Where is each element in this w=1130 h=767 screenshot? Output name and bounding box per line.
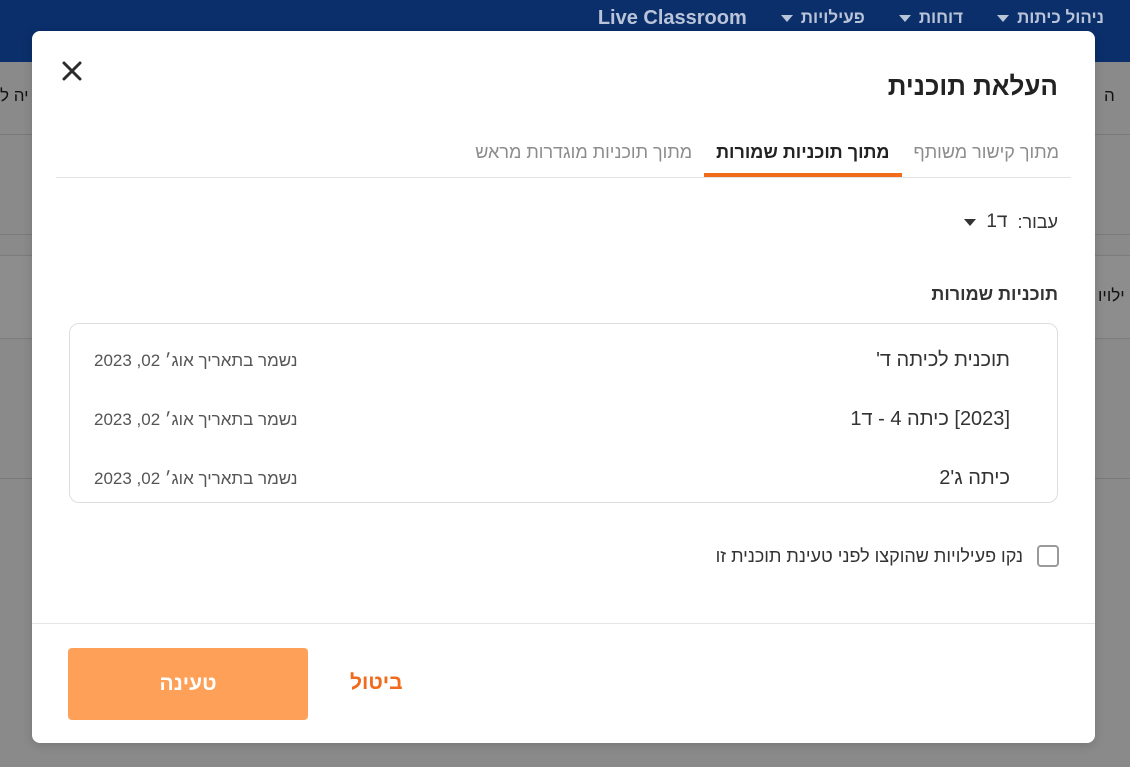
clear-activities-label: נקו פעילויות שהוקצו לפני טעינת תוכנית זו: [715, 545, 1023, 566]
close-button[interactable]: [58, 57, 86, 85]
tab-predefined-plans[interactable]: מתוך תוכניות מוגדרות מראש: [463, 129, 704, 176]
plan-name: [2023] כיתה 4 - ד1: [850, 408, 1010, 430]
nav-reports-label: דוחות: [918, 8, 964, 27]
nav-class-management[interactable]: ניהול כיתות: [997, 8, 1104, 28]
plan-saved-date: נשמר בתאריך אוג׳ 02, 2023: [94, 350, 298, 370]
clear-activities-option[interactable]: נקו פעילויות שהוקצו לפני טעינת תוכנית זו: [716, 545, 1059, 567]
nav-activities-label: פעילויות: [800, 8, 865, 27]
chevron-down-icon: [898, 14, 911, 22]
background-text: ה: [1104, 86, 1115, 105]
tab-saved-plans[interactable]: מתוך תוכניות שמורות: [704, 129, 902, 177]
nav-class-management-label: ניהול כיתות: [1017, 8, 1104, 27]
plan-saved-date: נשמר בתאריך אוג׳ 02, 2023: [94, 409, 298, 429]
top-nav: Live Classroom פעילויות דוחות ניהול כיתו…: [598, 6, 1104, 30]
for-label: עבור:: [1017, 211, 1058, 232]
plan-saved-date: נשמר בתאריך אוג׳ 02, 2023: [94, 468, 298, 488]
tab-shared-link[interactable]: מתוך קישור משותף: [902, 129, 1071, 176]
nav-reports[interactable]: דוחות: [898, 8, 964, 28]
footer-divider: [32, 623, 1095, 624]
load-plan-dialog: העלאת תוכנית מתוך קישור משותף מתוך תוכני…: [32, 31, 1095, 743]
list-item[interactable]: [2023] כיתה 4 - ד1 נשמר בתאריך אוג׳ 02, …: [70, 390, 1057, 449]
brand-logo-text: Live Classroom: [597, 6, 747, 29]
plan-name: תוכנית לכיתה ד': [876, 349, 1010, 371]
saved-plans-list: תוכנית לכיתה ד' נשמר בתאריך אוג׳ 02, 202…: [69, 323, 1058, 503]
list-item[interactable]: תוכנית לכיתה ד' נשמר בתאריך אוג׳ 02, 202…: [70, 331, 1057, 390]
nav-activities[interactable]: פעילויות: [780, 8, 865, 28]
cancel-button[interactable]: ביטול: [350, 667, 403, 699]
for-class-row: עבור: ד1: [964, 211, 1058, 233]
background-text: ילויו: [1098, 286, 1125, 305]
source-tabs: מתוך קישור משותף מתוך תוכניות שמורות מתו…: [56, 129, 1071, 178]
class-select[interactable]: ד1: [964, 211, 1007, 233]
load-button[interactable]: טעינה: [68, 648, 308, 720]
close-icon: [62, 61, 82, 81]
clear-activities-checkbox[interactable]: [1037, 545, 1059, 567]
background-text: יה ל: [0, 86, 29, 105]
chevron-down-icon: [964, 218, 977, 226]
dialog-title: העלאת תוכנית: [887, 71, 1058, 101]
plan-name: כיתה ג'2: [939, 467, 1010, 489]
chevron-down-icon: [997, 14, 1010, 22]
class-select-value: ד1: [986, 211, 1008, 232]
list-item[interactable]: כיתה ג'2 נשמר בתאריך אוג׳ 02, 2023: [70, 449, 1057, 508]
chevron-down-icon: [780, 14, 793, 22]
saved-plans-heading: תוכניות שמורות: [931, 284, 1058, 304]
